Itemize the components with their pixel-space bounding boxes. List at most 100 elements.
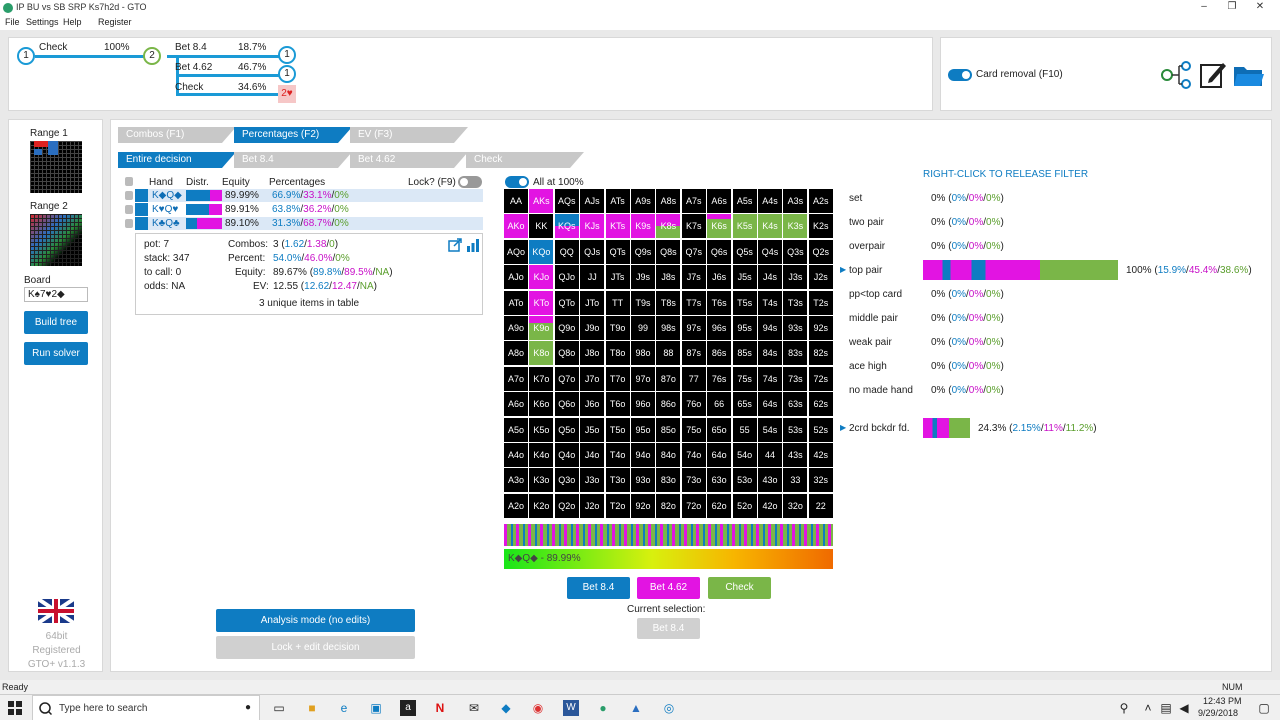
range-cell[interactable]: AKs [529, 189, 554, 213]
range-cell[interactable]: 84s [758, 341, 782, 366]
range-cell[interactable]: 74s [758, 366, 782, 391]
notifications-icon[interactable]: ▢ [1256, 700, 1272, 716]
minimize-button[interactable]: – [1190, 0, 1218, 16]
range-cell[interactable]: T6o [605, 392, 630, 417]
range-cell[interactable]: A7s [681, 189, 706, 213]
range-cell[interactable]: T3s [783, 290, 808, 315]
range-cell[interactable]: T6s [707, 290, 732, 315]
range-cell[interactable]: T8o [605, 341, 630, 366]
range-cell[interactable]: 95s [732, 316, 757, 340]
range-cell[interactable]: TT [605, 290, 630, 315]
analysis-mode-button[interactable]: Analysis mode (no edits) [216, 609, 415, 632]
tree-node-bet462[interactable]: 1 [278, 65, 296, 83]
range-cell[interactable]: 43o [758, 468, 782, 493]
range-cell[interactable]: 53s [783, 417, 808, 442]
range-cell[interactable]: 75o [681, 417, 706, 442]
windows-start-icon[interactable] [8, 701, 22, 715]
range-cell[interactable]: 94s [758, 316, 782, 340]
tree-bet84-label[interactable]: Bet 8.4 [175, 42, 207, 53]
range-cell[interactable]: 42o [758, 493, 782, 518]
range-cell[interactable]: KTo [529, 290, 554, 315]
tree-node-bet84[interactable]: 1 [278, 46, 296, 64]
range-cell[interactable]: A6s [707, 189, 732, 213]
range-cell[interactable]: JTo [580, 290, 605, 315]
range-cell[interactable]: K8s [656, 214, 681, 239]
range-cell[interactable]: 64s [758, 392, 782, 417]
range-cell[interactable]: KTs [605, 214, 630, 239]
chrome-icon[interactable]: ◉ [530, 700, 546, 716]
open-folder-icon[interactable] [1233, 63, 1265, 89]
range-cell[interactable]: 76o [681, 392, 706, 417]
range-cell[interactable]: 88 [656, 341, 681, 366]
range-cell[interactable]: T9o [605, 316, 630, 340]
edit-icon[interactable] [1199, 61, 1227, 89]
microphone-icon[interactable]: ● [245, 702, 251, 713]
range-cell[interactable]: 55 [732, 417, 757, 442]
range-cell[interactable]: Q7o [554, 366, 579, 391]
tab-ev[interactable]: EV (F3) [350, 127, 468, 143]
range-cell[interactable]: Q3s [783, 239, 808, 264]
range-cell[interactable]: 92s [808, 316, 833, 340]
menu-register[interactable]: Register [98, 17, 132, 27]
range-cell[interactable]: A8s [656, 189, 681, 213]
range-cell[interactable]: KQo [529, 239, 554, 264]
range-cell[interactable]: J9o [580, 316, 605, 340]
file-explorer-icon[interactable]: ■ [304, 700, 320, 716]
build-tree-button[interactable]: Build tree [24, 311, 88, 334]
range-cell[interactable]: K2s [808, 214, 833, 239]
range-cell[interactable]: J4o [580, 443, 605, 467]
range-cell[interactable]: J7o [580, 366, 605, 391]
tab-combos[interactable]: Combos (F1) [118, 127, 236, 143]
range-cell[interactable]: AJs [580, 189, 605, 213]
range-cell[interactable]: QJs [580, 239, 605, 264]
range-cell[interactable]: 62o [707, 493, 732, 518]
range-cell[interactable]: ATs [605, 189, 630, 213]
range-cell[interactable]: J4s [758, 265, 782, 290]
range-cell[interactable]: K6s [707, 214, 732, 239]
range-cell[interactable]: 43s [783, 443, 808, 467]
app-icon-blue[interactable]: ◆ [498, 700, 514, 716]
range-cell[interactable]: 99 [631, 316, 655, 340]
action-bet-462-button[interactable]: Bet 4.62 [637, 577, 700, 599]
circle-app-icon[interactable]: ◎ [661, 700, 677, 716]
range-cell[interactable]: 54o [732, 443, 757, 467]
tree-check2-label[interactable]: Check [175, 82, 203, 93]
gto-icon[interactable]: ● [595, 700, 611, 716]
range-cell[interactable]: Q9s [631, 239, 655, 264]
range-cell[interactable]: 75s [732, 366, 757, 391]
range-cell[interactable]: AKo [504, 214, 528, 239]
range-cell[interactable]: 86s [707, 341, 732, 366]
mail-icon[interactable]: ✉ [466, 700, 482, 716]
range-cell[interactable]: A3s [783, 189, 808, 213]
range-cell[interactable]: 33 [783, 468, 808, 493]
range-cell[interactable]: A6o [504, 392, 528, 417]
store-icon[interactable]: ▣ [368, 700, 384, 716]
export-icon[interactable] [448, 238, 462, 252]
range-cell[interactable]: 83o [656, 468, 681, 493]
close-button[interactable]: ✕ [1246, 0, 1274, 16]
range-cell[interactable]: K3s [783, 214, 808, 239]
range-cell[interactable]: J7s [681, 265, 706, 290]
range-cell[interactable]: J2s [808, 265, 833, 290]
tab-check[interactable]: Check [466, 152, 584, 168]
range-cell[interactable]: T4o [605, 443, 630, 467]
range-cell[interactable]: 94o [631, 443, 655, 467]
range-cell[interactable]: 73s [783, 366, 808, 391]
chart-app-icon[interactable]: ▲ [628, 700, 644, 716]
range-cell[interactable]: K8o [529, 341, 554, 366]
range-cell[interactable]: T2s [808, 290, 833, 315]
range-cell[interactable]: K5s [732, 214, 757, 239]
current-selection-button[interactable]: Bet 8.4 [637, 618, 700, 639]
range-cell[interactable]: Q8o [554, 341, 579, 366]
lock-icon[interactable] [125, 205, 133, 214]
menu-file[interactable]: File [5, 17, 20, 27]
range-cell[interactable]: Q2s [808, 239, 833, 264]
range-cell[interactable]: T7s [681, 290, 706, 315]
range-cell[interactable]: 84o [656, 443, 681, 467]
range-cell[interactable]: ATo [504, 290, 528, 315]
tree-check-label[interactable]: Check [39, 42, 67, 53]
tab-entire-decision[interactable]: Entire decision [118, 152, 236, 168]
range-cell[interactable]: T3o [605, 468, 630, 493]
range-cell[interactable]: 73o [681, 468, 706, 493]
range-cell[interactable]: QQ [554, 239, 579, 264]
